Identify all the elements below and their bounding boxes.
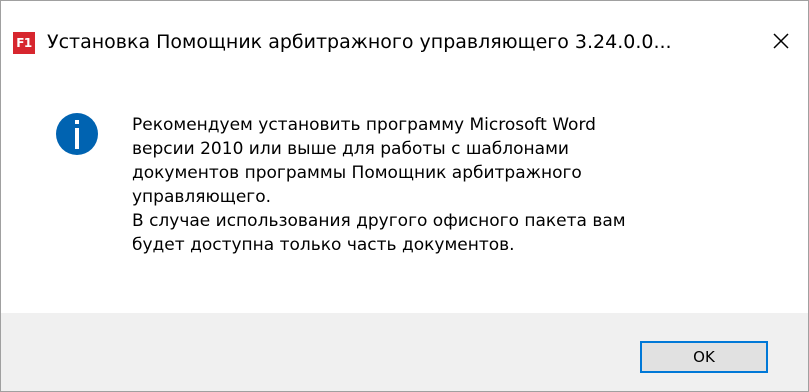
message-line: будет доступна только часть документов. [132, 235, 515, 255]
message-line: документов программы Помощник арбитражно… [132, 163, 582, 183]
dialog-content: Рекомендуем установить программу Microso… [1, 77, 808, 313]
ok-button[interactable]: OK [640, 341, 768, 373]
close-button[interactable] [754, 15, 808, 67]
dialog-window: F1 Установка Помощник арбитражного управ… [0, 0, 809, 392]
info-icon [56, 113, 98, 155]
message-line: Рекомендуем установить программу Microso… [132, 115, 596, 135]
dialog-footer: OK [1, 313, 808, 391]
message-line: версии 2010 или выше для работы с шаблон… [132, 139, 569, 159]
message-text: Рекомендуем установить программу Microso… [132, 113, 772, 257]
message-line: управляющего. [132, 187, 272, 207]
title-bar: F1 Установка Помощник арбитражного управ… [1, 1, 808, 77]
ok-button-label: OK [693, 348, 715, 366]
app-icon: F1 [13, 32, 35, 54]
window-title: Установка Помощник арбитражного управляю… [47, 31, 672, 53]
close-icon [773, 33, 789, 49]
message-line: В случае использования другого офисного … [132, 211, 626, 231]
